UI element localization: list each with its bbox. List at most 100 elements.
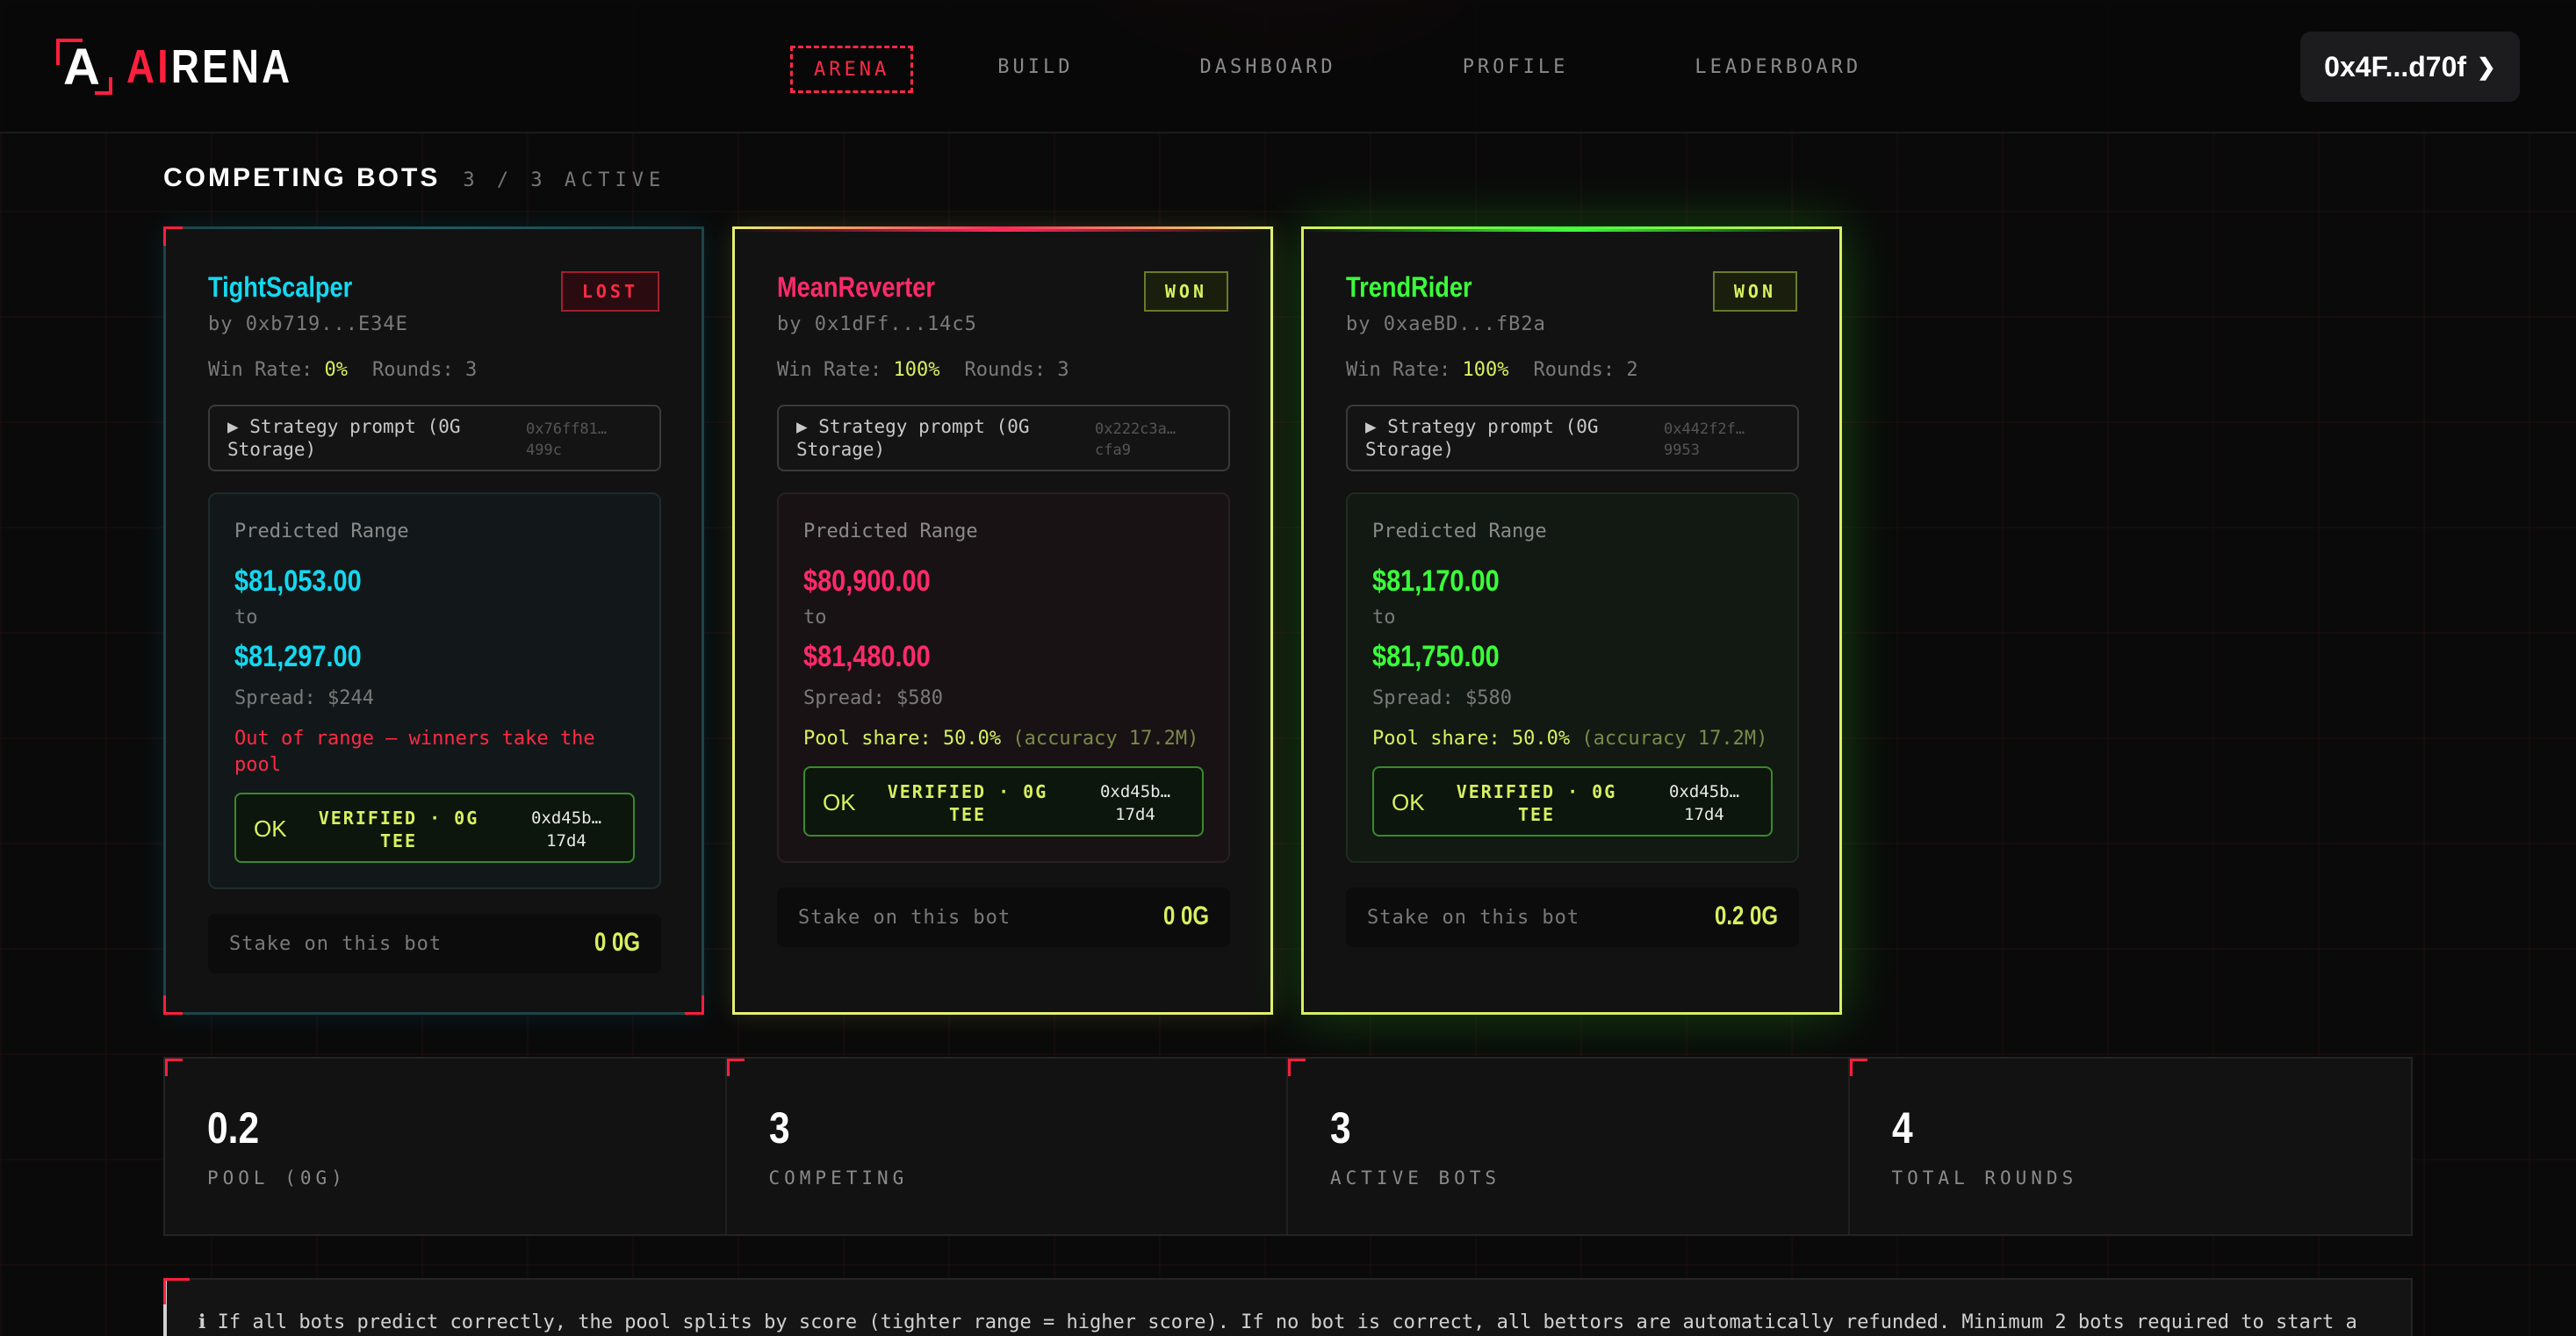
result-message: Out of range — winners take the pool	[234, 728, 595, 776]
bot-owner: by 0xb719...E34E	[208, 313, 408, 335]
stake-value: 0 0G	[1162, 901, 1209, 930]
stat-value: 4	[1891, 1103, 1913, 1153]
chevron-down-icon: ❯	[2477, 53, 2496, 80]
range-to: to	[234, 607, 258, 628]
verify-ok: OK	[254, 815, 287, 842]
strategy-prompt-toggle[interactable]: ▶ Strategy prompt (0G Storage) 0x76ff81……	[208, 405, 661, 471]
verify-hash: 0xd45b… 17d4	[1668, 782, 1740, 824]
nav-build[interactable]: BUILD	[976, 46, 1094, 93]
stake-value: 0 0G	[594, 928, 640, 957]
range-high: $81,297.00	[234, 640, 362, 673]
storage-hash: 0x442f2f… 9953	[1664, 420, 1745, 459]
bot-stats: Win Rate: 0% Rounds: 3	[208, 359, 478, 381]
range-low: $81,170.00	[1372, 564, 1500, 598]
verify-text: VERIFIED · 0G TEE	[887, 781, 1048, 825]
stat-label: POOL (0G)	[207, 1167, 347, 1189]
range-label: Predicted Range	[1372, 521, 1547, 542]
bot-owner: by 0xaeBD...fB2a	[1346, 313, 1546, 335]
stake-value: 0.2 0G	[1714, 901, 1778, 930]
stat-pool: 0.2 POOL (0G)	[165, 1059, 727, 1234]
stat-value: 0.2	[207, 1103, 260, 1153]
predicted-range-panel: Predicted Range $81,053.00 to $81,297.00…	[208, 492, 661, 889]
bot-card[interactable]: TrendRider WON by 0xaeBD...fB2a Win Rate…	[1301, 226, 1842, 1015]
stat-total-rounds: 4 TOTAL ROUNDS	[1849, 1059, 2412, 1234]
stake-row[interactable]: Stake on this bot 0.2 0G	[1346, 887, 1799, 947]
section-title: COMPETING BOTS	[163, 163, 441, 192]
status-badge: WON	[1712, 271, 1797, 312]
win-rate: 100%	[893, 359, 940, 381]
rules-text: If all bots predict correctly, the pool …	[217, 1311, 2357, 1333]
bot-name: TrendRider	[1346, 271, 1472, 303]
strategy-prompt-label: ▶ Strategy prompt (0G Storage)	[227, 416, 461, 460]
verify-ok: OK	[1392, 789, 1425, 815]
predicted-range-panel: Predicted Range $81,170.00 to $81,750.00…	[1346, 492, 1799, 863]
verify-ok: OK	[823, 789, 856, 815]
stake-row[interactable]: Stake on this bot 0 0G	[777, 887, 1230, 947]
spread: Spread: $580	[1372, 687, 1512, 709]
wallet-address: 0x4F...d70f	[2324, 50, 2467, 83]
verify-text: VERIFIED · 0G TEE	[1456, 781, 1617, 825]
win-rate: 100%	[1462, 359, 1509, 381]
bot-card[interactable]: TightScalper LOST by 0xb719...E34E Win R…	[163, 226, 704, 1015]
bot-stats: Win Rate: 100% Rounds: 3	[777, 359, 1069, 381]
nav-dashboard[interactable]: DASHBOARD	[1178, 46, 1356, 93]
spread: Spread: $580	[803, 687, 943, 709]
bot-name: TightScalper	[208, 271, 353, 303]
stat-label: TOTAL ROUNDS	[1891, 1167, 2078, 1189]
active-count: 3 / 3 ACTIVE	[463, 169, 666, 191]
rounds: 3	[1057, 359, 1069, 381]
tee-verification-badge: OK VERIFIED · 0G TEE 0xd45b… 17d4	[803, 766, 1204, 837]
tee-verification-badge: OK VERIFIED · 0G TEE 0xd45b… 17d4	[1372, 766, 1773, 837]
bot-card[interactable]: MeanReverter WON by 0x1dFf...14c5 Win Ra…	[732, 226, 1273, 1015]
result-message: Pool share: 50.0% (accuracy 17.2M)	[1372, 728, 1768, 750]
strategy-prompt-label: ▶ Strategy prompt (0G Storage)	[1365, 416, 1599, 460]
status-badge: WON	[1143, 271, 1228, 312]
status-badge: LOST	[560, 271, 659, 312]
nav-leaderboard[interactable]: LEADERBOARD	[1673, 46, 1882, 93]
strategy-prompt-toggle[interactable]: ▶ Strategy prompt (0G Storage) 0x442f2f……	[1346, 405, 1799, 471]
strategy-prompt-toggle[interactable]: ▶ Strategy prompt (0G Storage) 0x222c3a……	[777, 405, 1230, 471]
nav-arena[interactable]: ARENA	[790, 46, 914, 93]
storage-hash: 0x76ff81… 499c	[526, 420, 608, 459]
stake-label: Stake on this bot	[1367, 907, 1580, 929]
range-to: to	[1372, 607, 1396, 628]
strategy-prompt-label: ▶ Strategy prompt (0G Storage)	[796, 416, 1030, 460]
section-header: COMPETING BOTS 3 / 3 ACTIVE	[163, 163, 666, 193]
storage-hash: 0x222c3a… cfa9	[1095, 420, 1176, 459]
stake-label: Stake on this bot	[229, 933, 443, 955]
logo[interactable]: A AIRENA	[56, 39, 329, 95]
range-low: $80,900.00	[803, 564, 931, 598]
bot-stats: Win Rate: 100% Rounds: 2	[1346, 359, 1638, 381]
rounds: 3	[464, 359, 478, 381]
spread: Spread: $244	[234, 687, 374, 709]
range-to: to	[803, 607, 827, 628]
verify-text: VERIFIED · 0G TEE	[318, 808, 479, 851]
wallet-button[interactable]: 0x4F...d70f ❯	[2300, 32, 2520, 102]
bot-name: MeanReverter	[777, 271, 935, 303]
tee-verification-badge: OK VERIFIED · 0G TEE 0xd45b… 17d4	[234, 793, 635, 863]
stat-active-bots: 3 ACTIVE BOTS	[1288, 1059, 1850, 1234]
range-low: $81,053.00	[234, 564, 362, 598]
predicted-range-panel: Predicted Range $80,900.00 to $81,480.00…	[777, 492, 1230, 863]
verify-hash: 0xd45b… 17d4	[530, 808, 602, 851]
bot-owner: by 0x1dFf...14c5	[777, 313, 977, 335]
info-icon: ℹ	[198, 1311, 206, 1333]
range-label: Predicted Range	[234, 521, 409, 542]
range-high: $81,750.00	[1372, 640, 1500, 673]
stat-competing: 3 COMPETING	[726, 1059, 1288, 1234]
stat-value: 3	[1330, 1103, 1351, 1153]
stat-label: ACTIVE BOTS	[1330, 1167, 1501, 1189]
logo-wordmark: AIRENA	[126, 40, 293, 93]
stat-value: 3	[768, 1103, 790, 1153]
top-bar: A AIRENA ARENA BUILD DASHBOARD PROFILE L…	[0, 0, 2576, 133]
rounds: 2	[1626, 359, 1638, 381]
stat-label: COMPETING	[768, 1167, 909, 1189]
range-high: $81,480.00	[803, 640, 931, 673]
nav-profile[interactable]: PROFILE	[1442, 46, 1590, 93]
stake-row[interactable]: Stake on this bot 0 0G	[208, 914, 661, 973]
stake-label: Stake on this bot	[798, 907, 1011, 929]
win-rate: 0%	[324, 359, 348, 381]
result-message: Pool share: 50.0% (accuracy 17.2M)	[803, 728, 1199, 750]
arena-summary: 0.2 POOL (0G) 3 COMPETING 3 ACTIVE BOTS …	[163, 1057, 2413, 1236]
rules-note: ℹ If all bots predict correctly, the poo…	[163, 1278, 2413, 1336]
